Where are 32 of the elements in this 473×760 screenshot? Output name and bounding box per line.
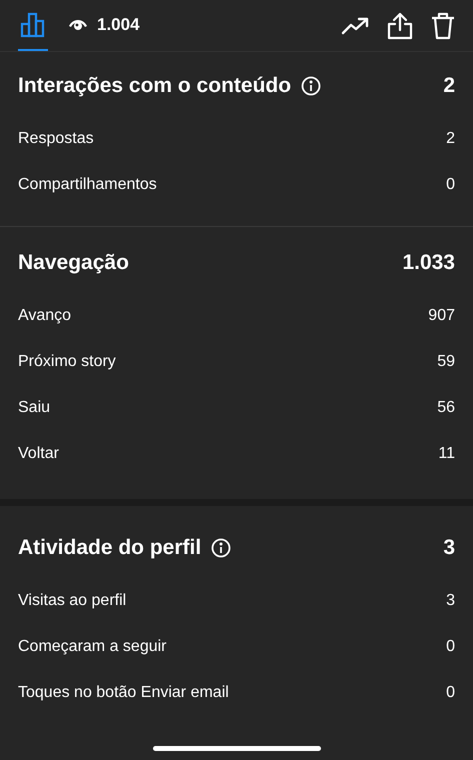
metric-label: Saiu xyxy=(18,399,50,417)
trend-arrow-icon[interactable] xyxy=(341,16,369,34)
bar-chart-icon xyxy=(20,12,46,38)
metric-value: 0 xyxy=(446,176,455,194)
metric-label: Compartilhamentos xyxy=(18,176,157,194)
section-total: 1.033 xyxy=(402,251,455,275)
info-icon[interactable] xyxy=(211,538,232,558)
tab[interactable]: 1.004 xyxy=(66,0,142,51)
metric-value: 3 xyxy=(446,592,455,610)
eye-icon xyxy=(68,18,88,32)
metric-value: 11 xyxy=(438,445,455,463)
metric-label: Voltar xyxy=(18,445,59,463)
section-title: Atividade do perfil xyxy=(18,536,202,560)
metric-label: Começaram a seguir xyxy=(18,638,166,656)
metric-value: 56 xyxy=(437,399,455,417)
metric-label: Respostas xyxy=(18,130,94,148)
metric-label: Toques no botão Enviar email xyxy=(18,684,229,702)
metric-value: 2 xyxy=(446,130,455,148)
section-title: Navegação xyxy=(18,251,129,275)
metric-label: Próximo story xyxy=(18,353,116,371)
info-icon[interactable] xyxy=(301,76,322,96)
section-total: 3 xyxy=(443,536,455,560)
metric-value: 59 xyxy=(437,353,455,371)
trash-icon[interactable] xyxy=(431,12,455,40)
metric-value: 907 xyxy=(428,307,455,325)
metric-value: 0 xyxy=(446,638,455,656)
section-total: 2 xyxy=(443,74,455,98)
metric-value: 0 xyxy=(446,684,455,702)
section-title: Interações com o conteúdo xyxy=(18,74,292,98)
metric-label: Visitas ao perfil xyxy=(18,592,126,610)
metric-label: Avanço xyxy=(18,307,72,325)
share-icon[interactable] xyxy=(387,12,413,40)
